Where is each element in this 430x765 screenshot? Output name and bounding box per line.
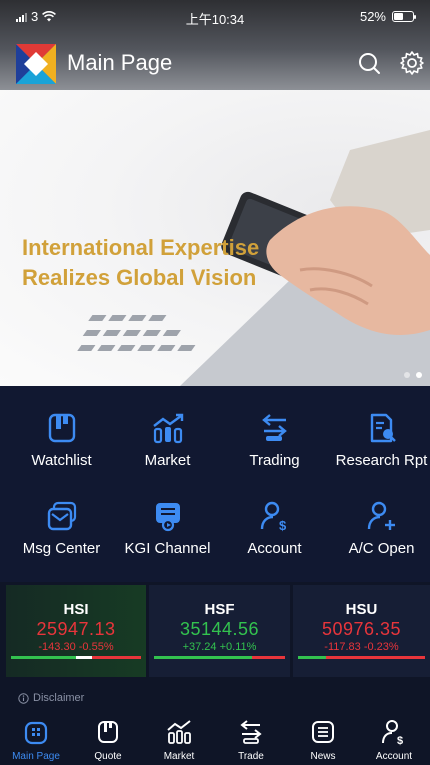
menu-label: Research Rpt — [335, 452, 428, 469]
status-bar: 3 上午10:34 52% — [0, 0, 430, 30]
index-tile-hsf[interactable]: HSF 35144.56 +37.24 +0.11% — [149, 585, 290, 677]
menu-item-account[interactable]: $ Account — [221, 474, 328, 564]
menu-item-ac-open[interactable]: A/C Open — [328, 474, 430, 564]
banner-headline-line-1: International Expertise — [22, 235, 260, 260]
menu-item-kgi-channel[interactable]: KGI Channel — [114, 474, 221, 564]
index-change: -143.30 -0.55% — [38, 641, 114, 653]
index-range-bar — [154, 656, 285, 659]
pagination-dot[interactable] — [404, 372, 410, 378]
nav-main-page[interactable]: Main Page — [0, 712, 72, 765]
svg-text:$: $ — [397, 735, 403, 746]
index-tile-hsu[interactable]: HSU 50976.35 -117.83 -0.23% — [293, 585, 430, 677]
index-change: -117.83 -0.23% — [324, 641, 399, 653]
gear-icon[interactable] — [399, 50, 425, 76]
quick-menu-grid: Watchlist Market Trading Research Rpt Ms… — [0, 386, 430, 582]
index-value: 35144.56 — [179, 619, 260, 639]
pagination-dot-active[interactable] — [416, 372, 422, 378]
nav-account[interactable]: $ Account — [358, 712, 430, 765]
news-icon — [312, 721, 334, 743]
menu-label: Market — [144, 452, 191, 469]
battery-icon — [392, 11, 416, 22]
disclaimer-link[interactable]: Disclaimer — [18, 692, 84, 704]
disclaimer-label: Disclaimer — [33, 692, 85, 704]
index-name: HSI — [63, 601, 89, 618]
quote-icon — [98, 721, 118, 743]
nav-label: Quote — [94, 751, 122, 762]
menu-label: Watchlist — [31, 452, 92, 469]
index-change: +37.24 +0.11% — [182, 641, 257, 653]
nav-trade[interactable]: Trade — [215, 712, 287, 765]
index-value: 25947.13 — [36, 619, 116, 639]
menu-label: Msg Center — [22, 540, 101, 557]
trade-icon — [240, 720, 262, 744]
index-range-bar — [298, 656, 425, 659]
menu-item-trading[interactable]: Trading — [221, 386, 328, 476]
watchlist-icon — [48, 413, 75, 443]
nav-label: Main Page — [12, 751, 60, 762]
message-center-icon — [47, 501, 76, 531]
page-title: Main Page — [67, 50, 173, 75]
nav-label: News — [310, 751, 336, 762]
menu-item-msg-center[interactable]: Msg Center — [8, 474, 115, 564]
trading-icon — [261, 414, 287, 441]
menu-label: A/C Open — [348, 540, 415, 557]
banner-headline: International Expertise Realizes Global … — [22, 233, 259, 293]
bottom-navigation: Main Page Quote Market Trade News $ Acco… — [0, 712, 430, 765]
banner-headline-line-2: Realizes Global Vision — [22, 265, 257, 290]
svg-text:$: $ — [279, 518, 287, 532]
battery-percent: 52% — [359, 9, 386, 24]
market-icon — [152, 413, 183, 444]
channel-icon — [155, 503, 180, 532]
menu-label: Trading — [249, 452, 300, 469]
menu-item-market[interactable]: Market — [114, 386, 221, 476]
menu-label: Account — [247, 540, 302, 557]
account-icon: $ — [382, 720, 403, 746]
nav-news[interactable]: News — [287, 712, 359, 765]
nav-market[interactable]: Market — [143, 712, 215, 765]
nav-label: Trade — [238, 751, 264, 762]
app-bar: Main Page — [0, 38, 430, 86]
index-tile-hsi[interactable]: HSI 25947.13 -143.30 -0.55% — [6, 585, 146, 677]
nav-label: Market — [163, 751, 195, 762]
menu-item-research-rpt[interactable]: Research Rpt — [328, 386, 430, 476]
nav-quote[interactable]: Quote — [72, 712, 144, 765]
account-icon: $ — [260, 501, 287, 532]
promo-banner[interactable]: International Expertise Realizes Global … — [0, 90, 430, 386]
index-tiles: HSI 25947.13 -143.30 -0.55% HSF 35144.56… — [0, 585, 430, 677]
search-icon[interactable] — [356, 50, 382, 76]
account-open-icon — [367, 501, 395, 530]
research-report-icon — [370, 413, 396, 443]
market-icon — [167, 720, 191, 744]
info-icon — [18, 692, 29, 704]
banner-pagination[interactable] — [404, 372, 422, 378]
brand-logo — [16, 44, 56, 84]
menu-label: KGI Channel — [124, 540, 211, 557]
index-name: HSF — [204, 601, 235, 618]
index-range-bar — [11, 656, 141, 659]
index-value: 50976.35 — [321, 619, 402, 639]
status-right: 52% — [359, 9, 416, 24]
home-icon — [24, 721, 48, 745]
nav-label: Account — [375, 751, 413, 762]
index-name: HSU — [345, 601, 378, 618]
menu-item-watchlist[interactable]: Watchlist — [8, 386, 115, 476]
app-header: 3 上午10:34 52% Main Page — [0, 0, 430, 90]
